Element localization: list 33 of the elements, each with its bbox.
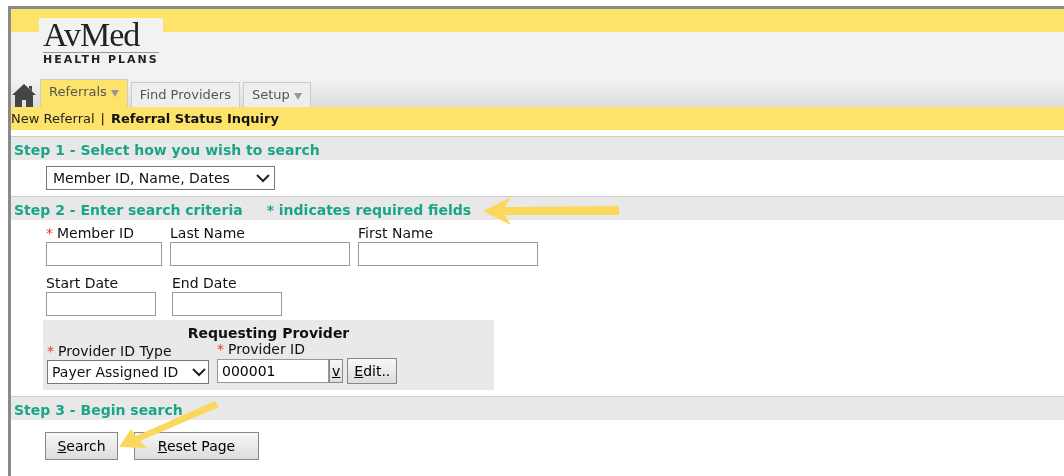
input-field[interactable]: [46, 242, 162, 266]
home-icon[interactable]: [11, 83, 37, 107]
nav-tab[interactable]: Setup: [242, 82, 311, 107]
field-label: * Provider ID Type: [47, 342, 173, 360]
field-label: * Provider ID: [217, 341, 306, 358]
input-field[interactable]: [358, 242, 538, 266]
field-label: End Date: [172, 274, 238, 292]
field-label: Last Name: [170, 224, 246, 242]
search-button[interactable]: Search: [45, 432, 118, 460]
nav-tab[interactable]: Find Providers: [130, 82, 240, 107]
chevron-icon: [192, 367, 206, 377]
search-type-select[interactable]: Member ID, Name, Dates: [46, 166, 275, 190]
input-field[interactable]: [46, 292, 156, 316]
id-type-select[interactable]: Payer Assigned ID: [47, 360, 209, 384]
edit-button[interactable]: Edit..: [347, 358, 398, 384]
input-field[interactable]: [170, 242, 350, 266]
step-heading: Step 1 - Select how you wish to search: [11, 136, 1064, 160]
subnav-link[interactable]: New Referral: [11, 108, 95, 129]
subnav-link[interactable]: Referral Status Inquiry: [110, 108, 279, 129]
input-field[interactable]: [172, 292, 282, 316]
required-note: * indicates required fields: [266, 201, 472, 217]
chevron-icon: [256, 173, 270, 183]
provider-heading: Requesting Provider: [186, 324, 351, 342]
step-heading: Step 3 - Begin search: [11, 396, 1064, 420]
input-field[interactable]: 000001: [217, 359, 329, 383]
reset-button[interactable]: Reset Page: [134, 432, 259, 460]
separator: |: [100, 109, 105, 128]
lookup-button[interactable]: v: [329, 359, 344, 383]
field-label: * Member ID: [46, 224, 135, 242]
field-label: First Name: [358, 224, 435, 242]
nav-tab[interactable]: Referrals: [40, 79, 128, 107]
field-label: Start Date: [46, 274, 120, 292]
step-heading: Step 2 - Enter search criteria: [14, 201, 243, 217]
